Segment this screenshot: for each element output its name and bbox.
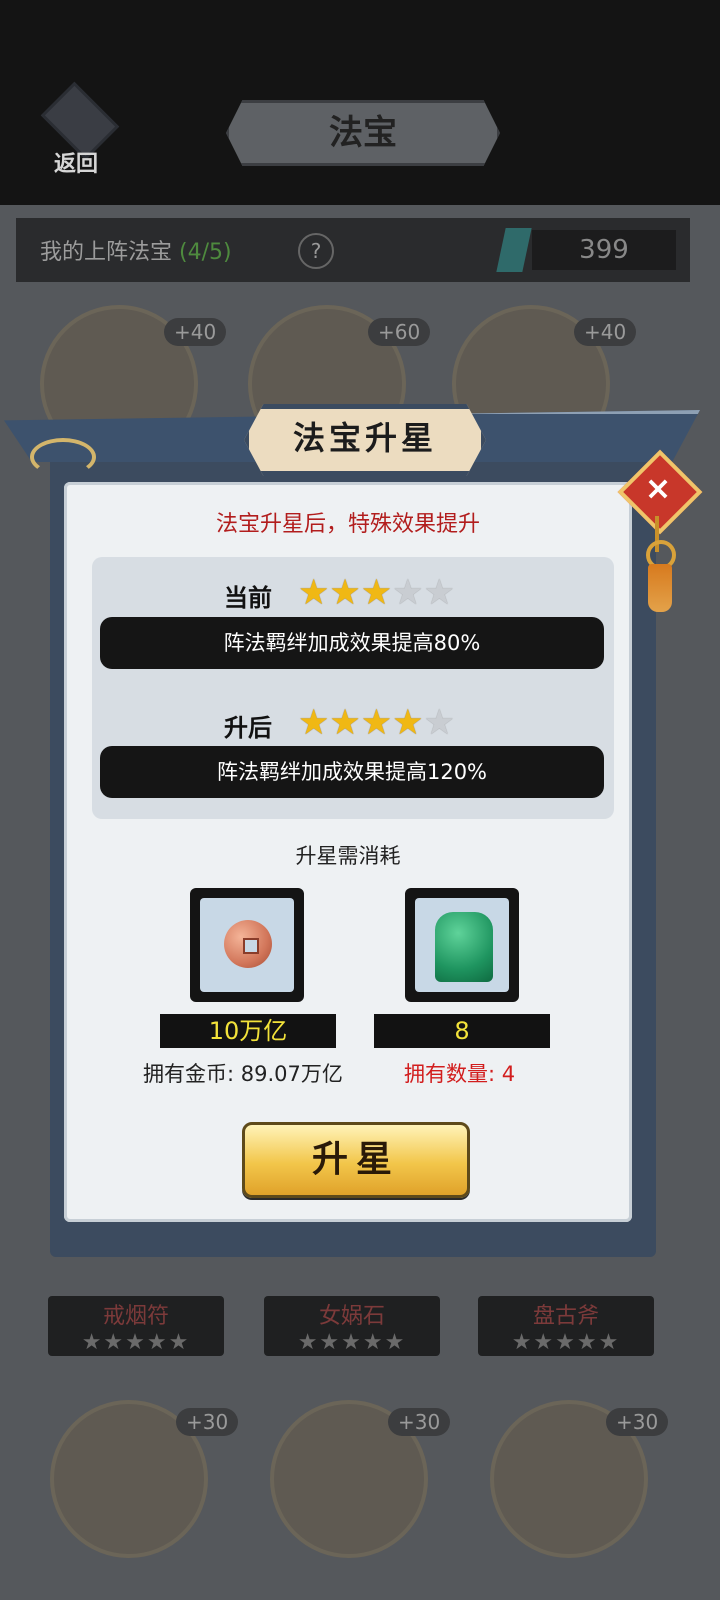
after-label: 升后 [224,713,272,742]
star-empty-icon: ★ [423,703,455,743]
tassel-icon [648,564,672,612]
cloud-ornament-icon [30,438,96,476]
bonus-badge: +40 [164,318,227,346]
jade-cost-amount: 8 [374,1014,550,1048]
after-star-rating: ★★★★★ [298,705,455,741]
star-empty-icon: ★ [423,573,455,613]
item-slot [415,898,509,992]
back-label: 返回 [53,152,98,177]
owned-coins: 拥有金币: 89.07万亿 [143,1062,343,1086]
cost-title: 升星需消耗 [295,844,401,868]
coin-cost-amount: 10万亿 [160,1014,336,1048]
item-slot [200,898,294,992]
owned-jade: 拥有数量: 4 [404,1062,516,1086]
bonus-badge: +30 [388,1408,451,1436]
bonus-badge: +40 [574,318,637,346]
upgrade-star-button[interactable]: 升星 [242,1122,470,1198]
help-button[interactable]: ? [298,233,334,269]
close-icon[interactable]: × [640,468,676,508]
page-title: 法宝 [329,113,397,153]
after-effect: 阵法羁绊加成效果提高120% [100,746,604,798]
treasure-stars: ★★★★★ [297,1330,407,1355]
treasure-stars: ★★★★★ [81,1330,191,1355]
star-empty-icon: ★ [392,573,424,613]
treasure-name-card[interactable]: 盘古斧 ★★★★★ [478,1296,654,1356]
page-title-plate: 法宝 [226,100,500,166]
star-filled-icon: ★ [392,703,424,743]
lineup-bar: 我的上阵法宝 (4/5) ? 399 [16,218,690,282]
jade-seal-icon [435,912,493,982]
jade-gem-icon [496,228,532,272]
current-effect: 阵法羁绊加成效果提高80% [100,617,604,669]
dialog-subtitle: 法宝升星后，特殊效果提升 [215,512,480,537]
dialog-title-plate: 法宝升星 [244,404,486,476]
bonus-badge: +60 [368,318,431,346]
treasure-stars: ★★★★★ [511,1330,621,1355]
coin-hole [243,938,259,954]
treasure-name: 盘古斧 [532,1304,599,1329]
star-filled-icon: ★ [298,573,330,613]
currency-count: 399 [532,230,676,270]
star-filled-icon: ★ [329,703,361,743]
dialog-title: 法宝升星 [292,419,437,457]
bonus-badge: +30 [606,1408,669,1436]
top-bar: 返回 法宝 [0,0,720,205]
treasure-name-card[interactable]: 女娲石 ★★★★★ [264,1296,440,1356]
lineup-label: 我的上阵法宝 (4/5) [40,240,232,265]
current-star-rating: ★★★★★ [298,575,455,611]
star-filled-icon: ★ [360,573,393,613]
treasure-name: 女娲石 [318,1304,385,1329]
current-label: 当前 [224,583,272,612]
star-filled-icon: ★ [329,573,361,613]
star-filled-icon: ★ [298,703,330,743]
cost-item-coin[interactable] [190,888,304,1002]
back-button[interactable]: 返回 [28,81,124,177]
treasure-name-card[interactable]: 戒烟符 ★★★★★ [48,1296,224,1356]
star-filled-icon: ★ [360,703,393,743]
upgrade-star-label: 升星 [311,1138,400,1180]
bonus-badge: +30 [176,1408,239,1436]
cost-item-jade[interactable] [405,888,519,1002]
treasure-name: 戒烟符 [102,1304,169,1329]
